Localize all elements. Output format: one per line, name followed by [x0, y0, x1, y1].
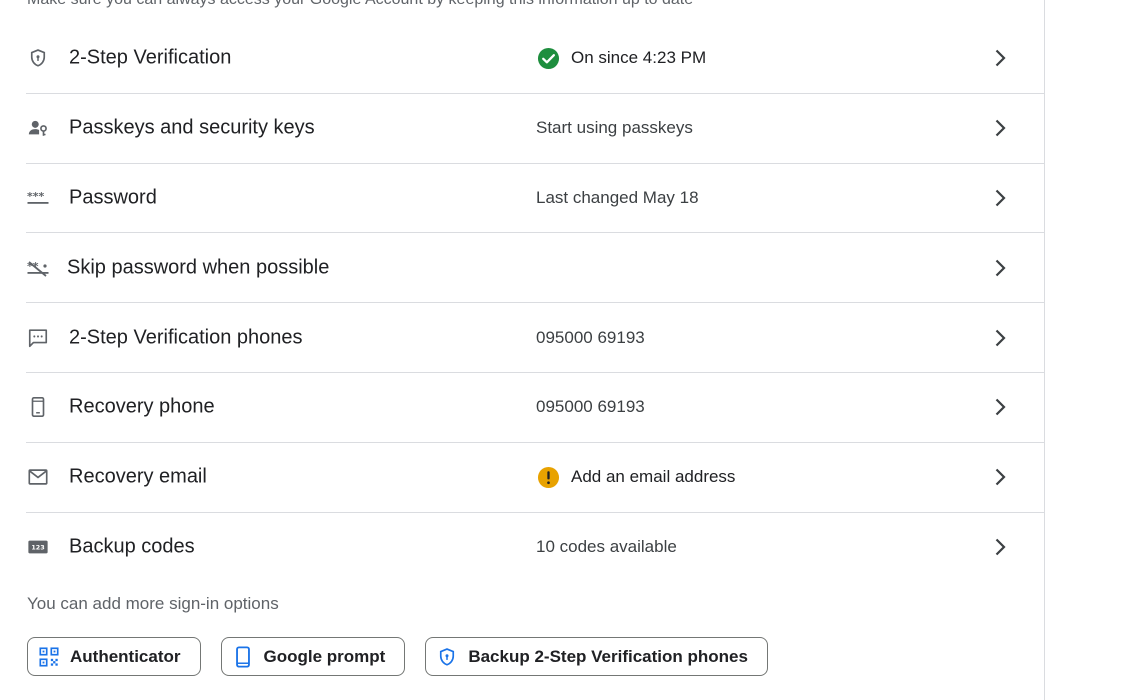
authenticator-chip[interactable]: Authenticator — [27, 637, 201, 676]
row-status-text: 10 codes available — [536, 537, 677, 557]
row-title: Passkeys and security keys — [69, 116, 315, 139]
row-2sv-phones[interactable]: 2-Step Verification phones 095000 69193 — [26, 303, 1045, 373]
password-dots-icon: *** — [26, 186, 50, 210]
row-passkeys[interactable]: Passkeys and security keys Start using p… — [26, 94, 1045, 164]
phone-icon — [26, 395, 50, 419]
row-status: 095000 69193 — [536, 397, 645, 417]
google-prompt-chip[interactable]: Google prompt — [220, 637, 406, 676]
backup-codes-icon: 123 — [26, 535, 50, 559]
row-status-text: 095000 69193 — [536, 327, 645, 347]
row-status: 10 codes available — [536, 537, 677, 557]
row-recovery-phone[interactable]: Recovery phone 095000 69193 — [26, 373, 1045, 443]
skip-password-icon: ** — [26, 256, 50, 280]
shield-icon — [435, 645, 459, 669]
row-title: Recovery email — [69, 465, 207, 488]
row-title: Recovery phone — [69, 395, 215, 418]
check-circle-icon — [536, 46, 560, 70]
row-status-text: Last changed May 18 — [536, 187, 699, 207]
chevron-right-icon — [988, 116, 1012, 140]
sms-icon — [26, 326, 50, 350]
chip-label: Backup 2-Step Verification phones — [468, 646, 748, 666]
row-title: Backup codes — [69, 535, 195, 558]
chevron-right-icon — [988, 186, 1012, 210]
chevron-right-icon — [988, 465, 1012, 489]
mail-icon — [26, 465, 50, 489]
row-status-text: Start using passkeys — [536, 118, 693, 138]
row-title: Password — [69, 186, 157, 209]
how-you-sign-in-card: Make sure you can always access your Goo… — [0, 0, 1045, 700]
row-status: 095000 69193 — [536, 328, 645, 348]
passkey-icon — [26, 116, 50, 140]
row-status: Start using passkeys — [536, 118, 693, 138]
row-status: Add an email address — [536, 465, 735, 489]
chevron-right-icon — [988, 535, 1012, 559]
row-backup-codes[interactable]: 123 Backup codes 10 codes available — [26, 513, 1045, 583]
warning-circle-icon — [536, 465, 560, 489]
chevron-right-icon — [988, 326, 1012, 350]
row-password[interactable]: *** Password Last changed May 18 — [26, 164, 1045, 234]
chevron-right-icon — [988, 395, 1012, 419]
svg-text:**: ** — [27, 260, 39, 273]
chip-label: Google prompt — [263, 646, 386, 666]
row-status: On since 4:23 PM — [536, 46, 706, 70]
sign-in-methods-list: 2-Step Verification On since 4:23 PM Pas… — [26, 24, 1045, 582]
row-title: 2-Step Verification — [69, 46, 232, 69]
security-page: Make sure you can always access your Goo… — [0, 0, 1145, 700]
row-skip-password[interactable]: ** Skip password when possible — [26, 233, 1045, 304]
svg-text:***: *** — [27, 190, 45, 203]
svg-text:123: 123 — [31, 544, 44, 552]
add-sign-in-options: Authenticator Google prompt Backup 2-Ste… — [27, 637, 788, 676]
row-title: 2-Step Verification phones — [69, 326, 303, 349]
row-recovery-email[interactable]: Recovery email Add an email address — [26, 443, 1045, 513]
row-status-text: Add an email address — [571, 467, 736, 487]
shield-icon — [26, 46, 50, 70]
smartphone-icon — [231, 645, 255, 669]
more-options-label: You can add more sign-in options — [27, 594, 279, 613]
row-2-step-verification[interactable]: 2-Step Verification On since 4:23 PM — [26, 24, 1045, 94]
row-title: Skip password when possible — [67, 256, 330, 279]
chevron-right-icon — [988, 256, 1012, 280]
chevron-right-icon — [988, 46, 1012, 70]
qr-code-icon — [37, 645, 61, 669]
card-description: Make sure you can always access your Goo… — [27, 0, 693, 9]
row-status-text: On since 4:23 PM — [571, 48, 707, 68]
backup-2sv-phones-chip[interactable]: Backup 2-Step Verification phones — [425, 637, 768, 676]
row-status: Last changed May 18 — [536, 188, 699, 208]
chip-label: Authenticator — [70, 646, 181, 666]
row-status-text: 095000 69193 — [536, 397, 645, 417]
